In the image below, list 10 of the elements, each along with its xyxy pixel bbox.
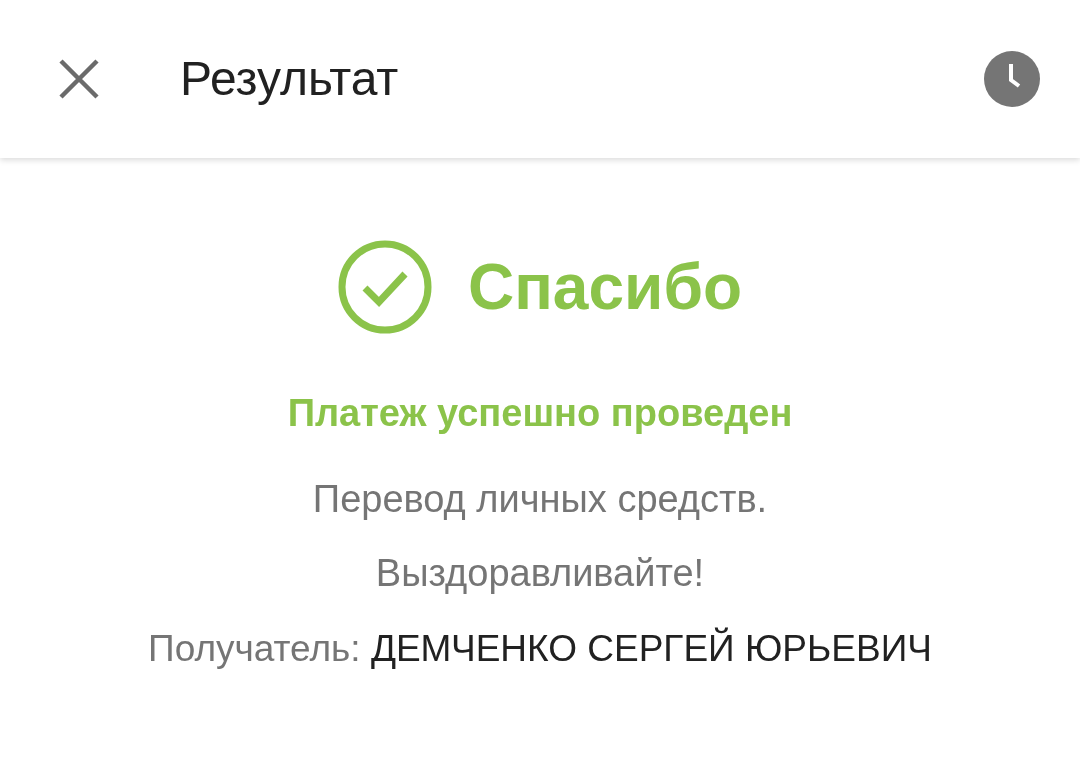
success-heading: Спасибо: [468, 255, 742, 319]
recipient-label: Получатель:: [148, 628, 361, 669]
recipient-name: ДЕМЧЕНКО СЕРГЕЙ ЮРЬЕВИЧ: [370, 628, 932, 669]
screen-title: Результат: [180, 55, 399, 103]
message-text: Выздоравливайте!: [375, 554, 705, 592]
status-text: Платеж успешно проведен: [287, 394, 793, 432]
check-circle-icon: [338, 240, 432, 334]
message-text: Перевод личных средств.: [312, 480, 768, 518]
close-icon[interactable]: [58, 58, 100, 100]
clock-icon[interactable]: [984, 51, 1040, 107]
